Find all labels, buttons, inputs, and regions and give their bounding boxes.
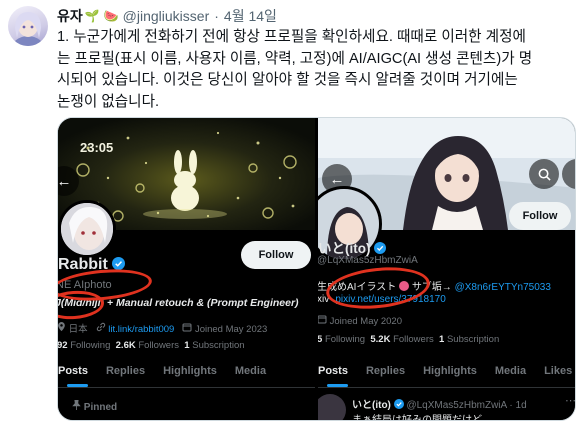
left-link[interactable]: lit.link/rabbit009 bbox=[96, 322, 174, 335]
tab-posts[interactable]: Posts bbox=[58, 356, 97, 387]
post-header: いと(ito) @LqXMas5zHbmZwiA · 1d bbox=[352, 396, 527, 411]
pinned-label: Pinned bbox=[83, 402, 118, 413]
location-icon bbox=[58, 322, 65, 332]
pinned-indicator: Pinned bbox=[72, 399, 118, 413]
subscription-count: 1 bbox=[184, 340, 190, 351]
right-profile-tabs: Posts Replies Highlights Media Likes bbox=[318, 356, 575, 388]
verified-badge-icon bbox=[393, 399, 404, 409]
calendar-icon bbox=[318, 315, 327, 324]
post-text: まぁ結局は好みの問題だけど bbox=[352, 415, 482, 421]
tab-replies[interactable]: Replies bbox=[97, 356, 154, 387]
followers-label[interactable]: Followers bbox=[138, 340, 179, 351]
author-name[interactable]: 유자 bbox=[57, 6, 83, 26]
following-count: 5 bbox=[318, 334, 322, 345]
left-profile-avatar bbox=[58, 200, 116, 258]
left-meta-row: 日本 lit.link/rabbit009 Joined May 2023 bbox=[58, 321, 267, 335]
tweet-text-line: 논쟁이 없습니다. bbox=[57, 93, 160, 110]
follow-button[interactable]: Follow bbox=[509, 202, 571, 230]
tweet-media[interactable]: 23:05 ← Follow Rabbit NE AIphoto J(Mid/n… bbox=[57, 117, 576, 421]
tweet: 유자 🌱 🍉 @jingliukisser · 4월 14일 1. 누군가에게 … bbox=[0, 0, 585, 421]
post-handle[interactable]: @LqXMas5zHbmZwiA · 1d bbox=[406, 400, 526, 411]
subscription-count: 1 bbox=[439, 334, 445, 345]
tab-replies[interactable]: Replies bbox=[357, 356, 414, 387]
post-author-avatar[interactable] bbox=[318, 394, 346, 420]
following-label[interactable]: Following bbox=[70, 340, 110, 351]
calendar-icon bbox=[182, 323, 192, 331]
followers-count: 2.6K bbox=[115, 340, 136, 351]
followers-label[interactable]: Followers bbox=[393, 334, 434, 345]
watermelon-emoji: 🍉 bbox=[103, 9, 119, 23]
author-avatar[interactable] bbox=[8, 6, 48, 46]
display-name-text: いと(ito) bbox=[318, 241, 371, 256]
tweet-text-line: 시되어 있습니다. 이것은 당신이 알아야 할 것을 즉시 알려줄 것이며 거기… bbox=[57, 72, 518, 88]
tweet-text-line: 는 프로필(표시 이름, 사용자 이름, 약력, 고정)에 AI/AIGC(AI… bbox=[57, 50, 533, 67]
right-display-name: いと(ito) bbox=[318, 237, 387, 257]
left-location: 日本 bbox=[58, 321, 88, 335]
tab-highlights[interactable]: Highlights bbox=[154, 356, 226, 387]
following-count: 92 bbox=[58, 340, 68, 351]
right-stats: 5 Following 5.2K Followers 1 Subscriptio… bbox=[318, 334, 499, 345]
author-handle[interactable]: @jingliukisser bbox=[123, 8, 210, 24]
tab-highlights[interactable]: Highlights bbox=[414, 356, 486, 387]
tab-likes[interactable]: Likes bbox=[535, 356, 575, 387]
verified-badge-icon bbox=[374, 242, 387, 254]
banner-time: 23:05 bbox=[80, 140, 114, 155]
followers-count: 5.2K bbox=[370, 334, 391, 345]
tab-posts[interactable]: Posts bbox=[318, 356, 357, 387]
link-icon bbox=[96, 322, 105, 331]
follow-button[interactable]: Follow bbox=[241, 241, 311, 269]
pin-icon bbox=[72, 399, 81, 410]
separator-dot: · bbox=[214, 8, 219, 24]
left-profile-tabs: Posts Replies Highlights Media bbox=[58, 356, 315, 388]
right-joined: Joined May 2020 bbox=[318, 314, 402, 327]
seedling-emoji: 🌱 bbox=[84, 9, 100, 23]
left-stats: 92 Following 2.6K Followers 1 Subscripti… bbox=[58, 340, 245, 351]
right-profile-screenshot: ← ⋮ Follow いと(ito) @LqXMas5zHbmZwiA 生成めA… bbox=[318, 118, 575, 421]
left-joined: Joined May 2023 bbox=[182, 322, 267, 335]
tweet-date[interactable]: 4월 14일 bbox=[224, 6, 277, 26]
location-text: 日本 bbox=[68, 324, 88, 335]
joined-text: Joined May 2023 bbox=[194, 323, 268, 335]
subscription-label[interactable]: Subscription bbox=[447, 334, 499, 345]
joined-text: Joined May 2020 bbox=[329, 316, 402, 327]
tab-media[interactable]: Media bbox=[486, 356, 535, 387]
tweet-text: 1. 누군가에게 전화하기 전에 항상 프로필을 확인하세요. 때때로 이러한 … bbox=[57, 27, 577, 113]
tweet-text-line: 1. 누군가에게 전화하기 전에 항상 프로필을 확인하세요. 때때로 이러한 … bbox=[57, 29, 526, 45]
sub-account-link[interactable]: @X8n6rEYTYn75033 bbox=[455, 282, 551, 293]
subscription-label[interactable]: Subscription bbox=[192, 340, 244, 351]
following-label[interactable]: Following bbox=[325, 334, 365, 345]
tweet-header: 유자 🌱 🍉 @jingliukisser · 4월 14일 bbox=[57, 7, 277, 25]
verified-badge-icon bbox=[112, 257, 126, 270]
search-icon[interactable] bbox=[529, 159, 559, 189]
more-horizontal-icon[interactable]: ⋯ bbox=[565, 394, 575, 407]
right-handle: @LqXMas5zHbmZwiA bbox=[318, 255, 418, 266]
post-author[interactable]: いと(ito) bbox=[352, 400, 391, 411]
tab-media[interactable]: Media bbox=[226, 356, 275, 387]
profile-link[interactable]: lit.link/rabbit009 bbox=[108, 324, 174, 335]
